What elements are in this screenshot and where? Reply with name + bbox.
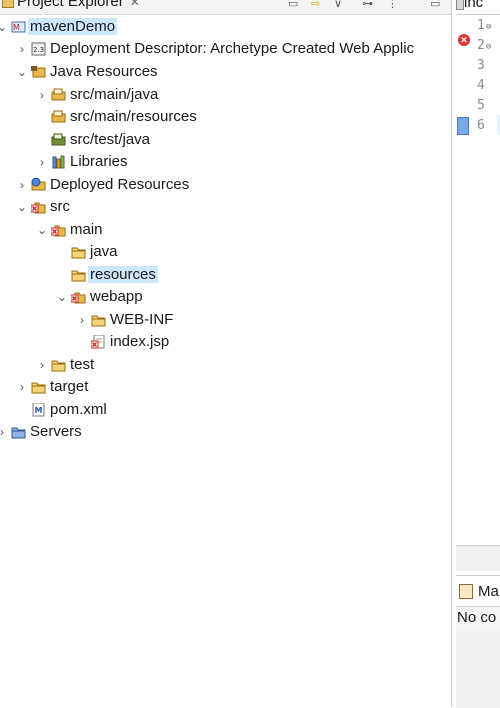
tree-item-src-main-resources[interactable]: src/main/resources [34,106,197,128]
focus-icon[interactable]: ⊶ [362,0,373,10]
tree-item-resources[interactable]: resources [54,264,158,286]
tree-item-libraries[interactable]: › Libraries [34,151,128,173]
deployed-resources-icon [30,174,46,196]
folder-icon [70,264,86,286]
editor-bottom-border [456,545,500,571]
libraries-icon [50,151,66,173]
tree-item-servers[interactable]: › Servers [0,421,82,443]
deployment-descriptor-icon: 2.3 [30,38,46,60]
pom-file-icon: M [30,399,46,421]
expanded-chevron-icon[interactable]: ⌄ [0,16,10,38]
link-with-editor-icon[interactable]: ⇨ [311,0,320,10]
folder-icon [50,354,66,376]
error-marker-icon[interactable]: ✕ [458,34,470,46]
error-folder-icon [70,286,86,308]
editor-tab-label: inc [464,0,484,11]
editor-gutter: ✕ 1⊖ 2⊖ 3 4 5 6 [456,15,500,545]
tree-item-java[interactable]: java [54,241,118,263]
tree-item-web-inf[interactable]: › WEB-INF [74,309,173,331]
fold-icon[interactable]: ⊖ [486,42,491,52]
source-folder-icon [50,106,66,128]
tree-item-deployed-resources[interactable]: › Deployed Resources [14,174,189,196]
explorer-tab[interactable]: Project Explorer ✕ [2,0,140,11]
line-number: 6 [477,118,485,133]
servers-folder-icon [10,421,26,443]
line-number: 2⊖ [477,38,492,53]
svg-text:M: M [35,406,43,415]
folder-icon [70,241,86,263]
collapsed-chevron-icon[interactable]: › [14,376,30,398]
svg-text:M: M [13,23,20,32]
collapse-all-icon[interactable]: ▭ [288,0,298,10]
line-number: 4 [477,78,485,93]
tree-item-webapp[interactable]: ⌄ webapp [54,286,143,308]
tree-item-index-jsp[interactable]: index.jsp [74,331,169,353]
tree-item-main[interactable]: ⌄ main [34,219,103,241]
tree-item-target[interactable]: › target [14,376,88,398]
line-number: 3 [477,58,485,73]
fold-icon[interactable]: ⊖ [486,22,491,32]
view-divider[interactable] [451,0,452,707]
maven-project-icon: M [10,16,26,38]
tree-item-pom-xml[interactable]: Mpom.xml [14,399,107,421]
project-explorer-icon [2,0,14,8]
markers-tab[interactable]: Ma [456,576,500,607]
collapsed-chevron-icon[interactable]: › [34,84,50,106]
markers-body [456,629,500,708]
tree-item-src[interactable]: ⌄ src [14,196,70,218]
explorer-tab-bar: Project Explorer ✕ ▭ ⇨ ⊽ ⊶ ⋮ ▭ [0,0,452,15]
expanded-chevron-icon[interactable]: ⌄ [14,196,30,218]
markers-view: Ma No co [456,575,500,708]
tree-item-mavendemo[interactable]: ⌄ MmavenDemo [0,16,118,38]
view-menu-icon[interactable]: ⋮ [387,0,398,10]
error-folder-icon [50,219,66,241]
tree-item-test[interactable]: › test [34,354,94,376]
editor-tab-index-jsp[interactable]: inc [456,0,500,15]
close-tab-icon[interactable]: ✕ [130,0,140,9]
folder-icon [30,376,46,398]
svg-text:2.3: 2.3 [33,46,44,54]
expanded-chevron-icon[interactable]: ⌄ [14,61,30,83]
java-resources-icon [30,61,46,83]
collapsed-chevron-icon[interactable]: › [34,151,50,173]
expanded-chevron-icon[interactable]: ⌄ [54,286,70,308]
filters-icon[interactable]: ⊽ [334,0,342,10]
markers-icon [459,584,473,599]
project-explorer-view: Project Explorer ✕ ▭ ⇨ ⊽ ⊶ ⋮ ▭ ⌄ MmavenDem… [0,0,452,707]
jsp-file-icon [456,0,464,10]
markers-content-text: No co [457,609,497,626]
error-folder-icon [30,196,46,218]
collapsed-chevron-icon[interactable]: › [74,309,90,331]
tree-item-src-main-java[interactable]: › src/main/java [34,84,158,106]
collapsed-chevron-icon[interactable]: › [0,421,10,443]
line-number: 1⊖ [477,18,492,33]
markers-tab-label: Ma [478,583,499,600]
current-line-marker [457,117,469,135]
collapsed-chevron-icon[interactable]: › [14,38,30,60]
collapsed-chevron-icon[interactable]: › [34,354,50,376]
tree-item-src-test-java[interactable]: src/test/java [34,129,150,151]
jsp-error-file-icon [90,331,106,353]
source-folder-icon [50,84,66,106]
editor-area: inc ✕ 1⊖ 2⊖ 3 4 5 6 [456,0,500,571]
line-number: 5 [477,98,485,113]
expanded-chevron-icon[interactable]: ⌄ [34,219,50,241]
collapsed-chevron-icon[interactable]: › [14,174,30,196]
tree-item-deployment-descriptor[interactable]: › 2.3 Deployment Descriptor: Archetype Cre… [14,38,414,60]
folder-icon [90,309,106,331]
minimize-icon[interactable]: ▭ [430,0,440,10]
tree-item-java-resources[interactable]: ⌄ Java Resources [14,61,158,83]
explorer-tab-title: Project Explorer [17,0,124,10]
test-source-folder-icon [50,129,66,151]
